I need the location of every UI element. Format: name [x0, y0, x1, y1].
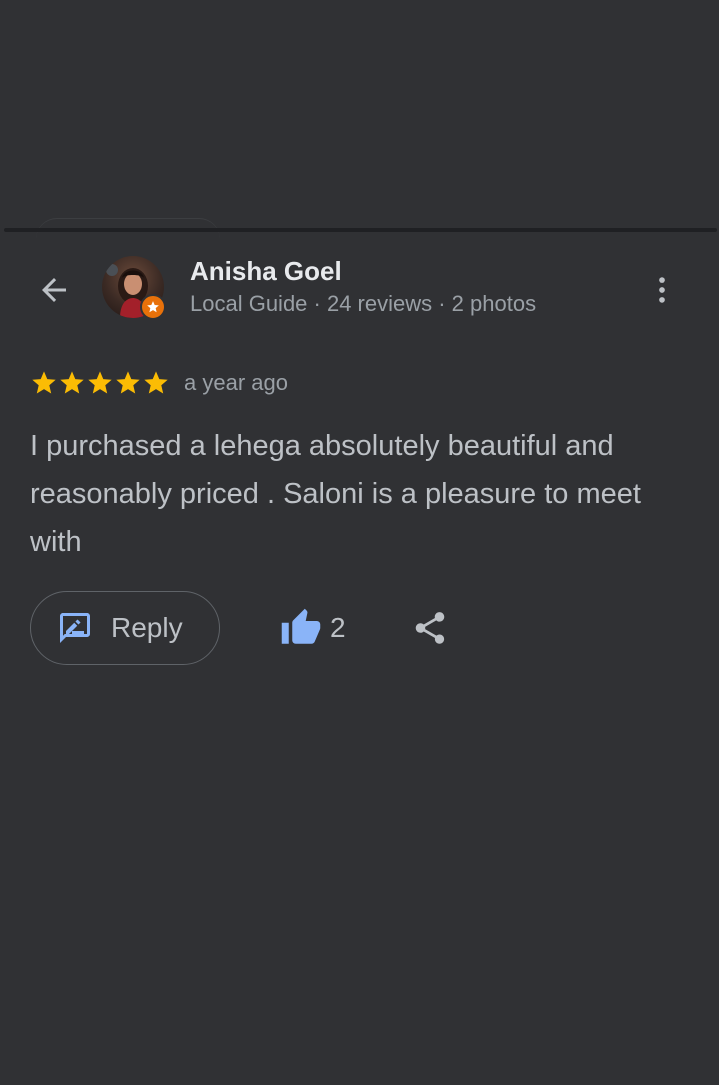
star-rating — [30, 369, 170, 397]
star-icon — [144, 371, 168, 394]
rate-review-icon — [60, 613, 90, 643]
reply-label: Reply — [111, 612, 183, 643]
thumb-up-icon — [281, 608, 321, 644]
reviewer-name[interactable]: Anisha Goel — [190, 256, 342, 287]
more-options-button[interactable] — [638, 266, 686, 314]
reply-button[interactable]: Reply — [30, 591, 220, 665]
arrow-left-icon — [42, 278, 66, 302]
review-text: I purchased a lehega absolutely beautifu… — [30, 430, 641, 558]
reviewer-avatar[interactable] — [102, 256, 166, 320]
star-icon — [32, 371, 56, 394]
share-icon — [415, 612, 445, 644]
star-icon — [60, 371, 84, 394]
star-icon — [116, 371, 140, 394]
more-vert-icon — [659, 277, 665, 303]
reviewer-meta: Local Guide · 24 reviews · 2 photos — [190, 291, 537, 316]
like-button[interactable]: 2 — [280, 606, 346, 650]
review-detail-screen: Anisha Goel Local Guide · 24 reviews · 2… — [0, 0, 719, 1085]
review-time: a year ago — [184, 370, 288, 395]
local-guide-star-icon — [140, 294, 166, 320]
star-icon — [88, 371, 112, 394]
share-button[interactable] — [408, 606, 452, 650]
rating-row: a year ago — [30, 368, 288, 398]
sheet-top-divider — [4, 228, 717, 232]
like-count: 2 — [330, 612, 346, 643]
back-button[interactable] — [30, 266, 78, 314]
